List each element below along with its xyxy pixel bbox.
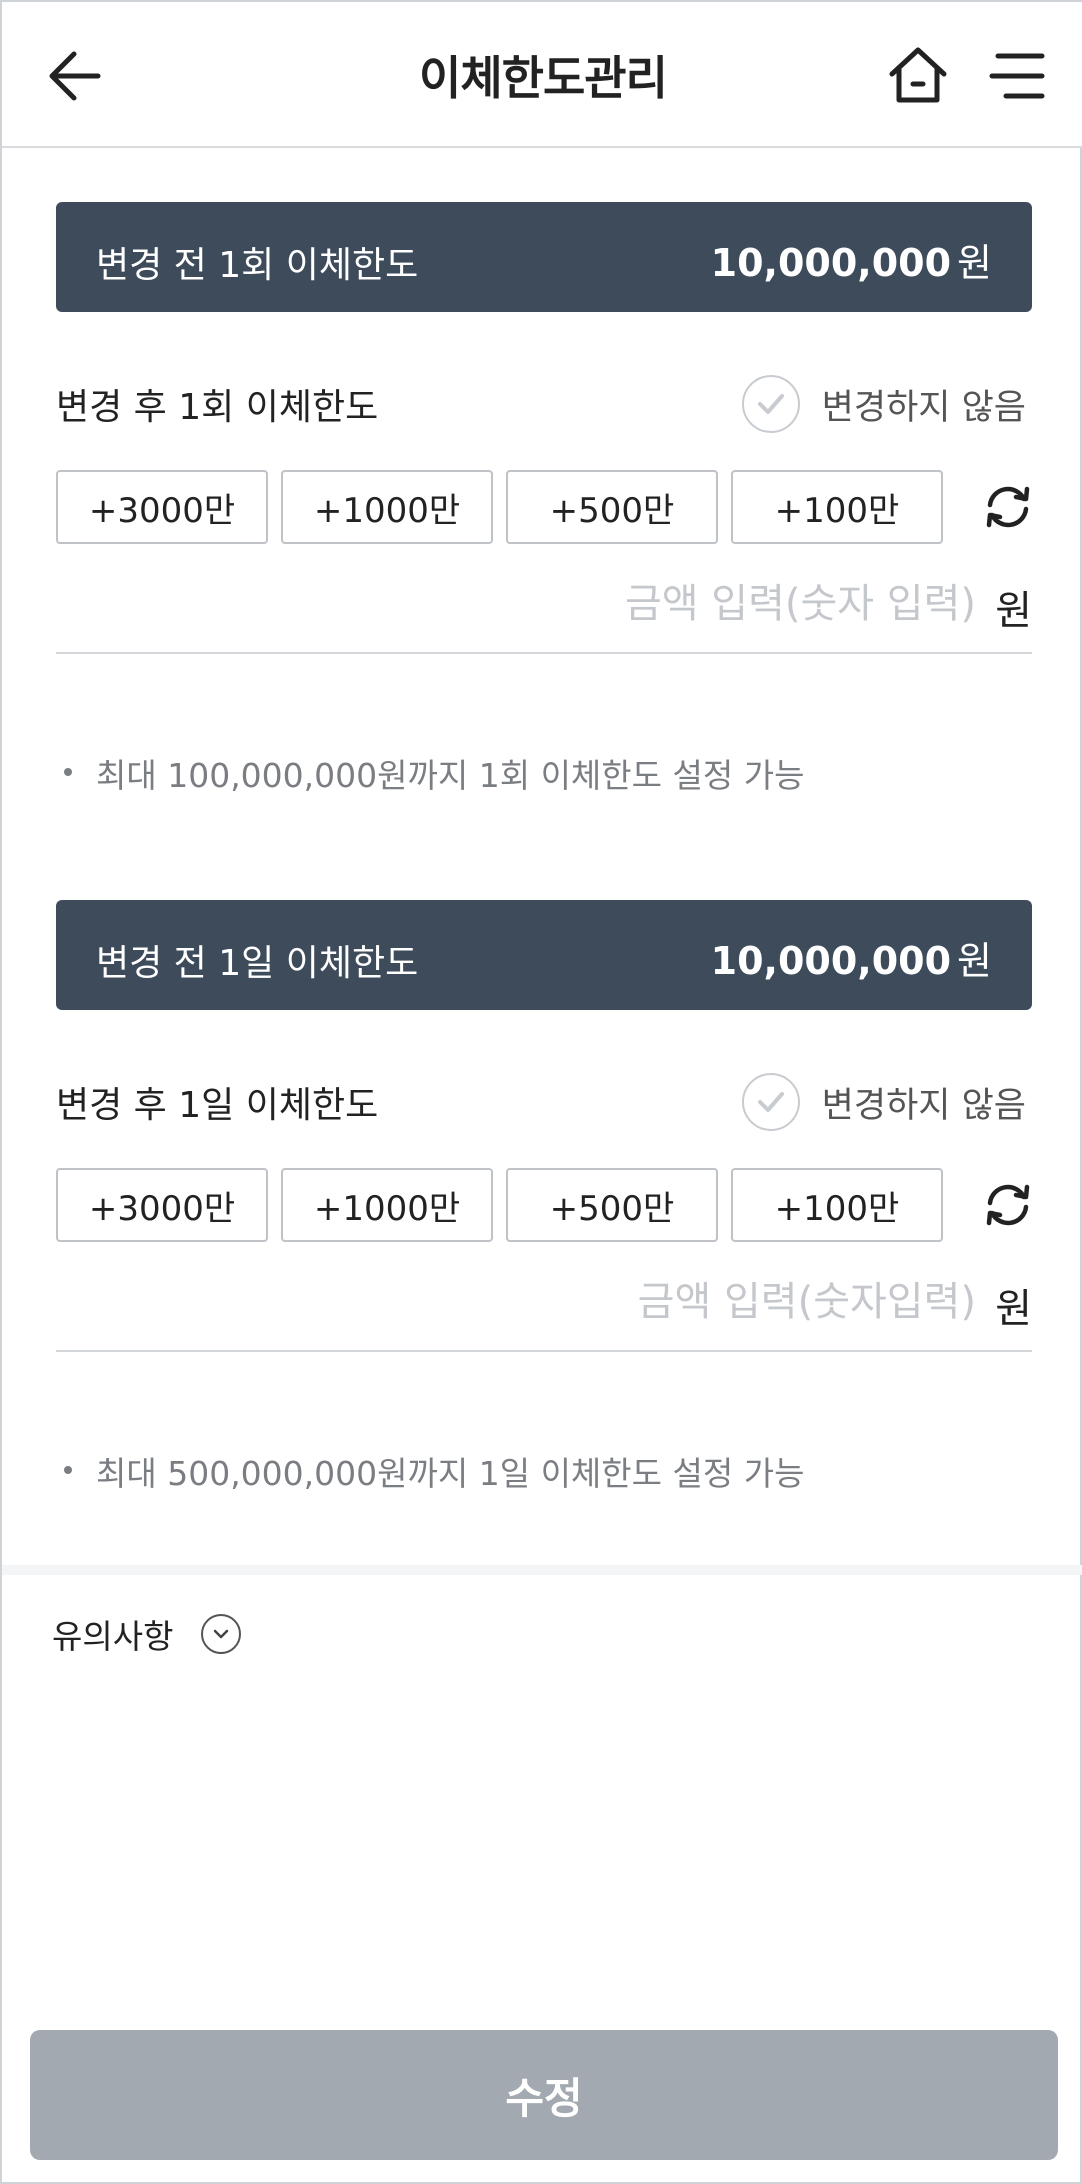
daily-quick-amount-buttons: +3000만 +1000만 +500만 +100만 xyxy=(56,1168,956,1242)
once-add-1000-button[interactable]: +1000만 xyxy=(281,470,493,544)
caution-toggle[interactable]: 유의사항 xyxy=(52,1610,242,1658)
once-add-100-button[interactable]: +100만 xyxy=(731,470,943,544)
before-once-limit-amount: 10,000,000 원 xyxy=(710,241,992,285)
once-add-500-button[interactable]: +500만 xyxy=(506,470,718,544)
before-daily-limit-label: 변경 전 1일 이체한도 xyxy=(96,943,419,984)
before-daily-limit-amount: 10,000,000 원 xyxy=(710,939,992,983)
chevron-down-icon xyxy=(201,1614,242,1654)
before-daily-limit-banner: 변경 전 1일 이체한도 10,000,000 원 xyxy=(56,900,1032,1010)
daily-add-1000-button[interactable]: +1000만 xyxy=(281,1168,493,1242)
bullet-dot xyxy=(64,767,72,776)
home-icon[interactable] xyxy=(886,44,950,108)
once-limit-note: 최대 100,000,000원까지 1회 이체한도 설정 가능 xyxy=(64,749,804,797)
once-amount-field: 원 xyxy=(56,564,1032,654)
no-change-label: 변경하지 않음 xyxy=(821,387,1026,428)
hamburger-menu-icon[interactable] xyxy=(986,44,1050,108)
section-divider xyxy=(2,1565,1082,1575)
once-no-change-checkbox[interactable]: 변경하지 않음 xyxy=(741,374,1026,434)
bullet-dot xyxy=(64,1465,72,1474)
daily-no-change-checkbox[interactable]: 변경하지 않음 xyxy=(741,1072,1026,1132)
after-once-limit-label: 변경 후 1회 이체한도 xyxy=(56,387,379,428)
app-header: 이체한도관리 xyxy=(2,2,1082,148)
once-quick-amount-buttons: +3000만 +1000만 +500만 +100만 xyxy=(56,470,956,544)
before-once-limit-label: 변경 전 1회 이체한도 xyxy=(96,245,419,286)
caution-label: 유의사항 xyxy=(52,1617,174,1656)
once-amount-unit: 원 xyxy=(995,588,1032,634)
once-add-3000-button[interactable]: +3000만 xyxy=(56,470,268,544)
daily-amount-input[interactable] xyxy=(336,1272,976,1332)
no-change-label: 변경하지 않음 xyxy=(821,1085,1026,1126)
after-daily-limit-label: 변경 후 1일 이체한도 xyxy=(56,1085,379,1126)
daily-amount-field: 원 xyxy=(56,1262,1032,1352)
check-icon xyxy=(741,1073,800,1131)
once-refresh-icon[interactable] xyxy=(980,479,1036,535)
daily-add-100-button[interactable]: +100만 xyxy=(731,1168,943,1242)
submit-button[interactable]: 수정 xyxy=(30,2030,1058,2160)
daily-amount-unit: 원 xyxy=(995,1286,1032,1332)
daily-add-500-button[interactable]: +500만 xyxy=(506,1168,718,1242)
once-amount-input[interactable] xyxy=(336,574,976,634)
daily-add-3000-button[interactable]: +3000만 xyxy=(56,1168,268,1242)
daily-refresh-icon[interactable] xyxy=(980,1177,1036,1233)
before-once-limit-banner: 변경 전 1회 이체한도 10,000,000 원 xyxy=(56,202,1032,312)
daily-limit-note: 최대 500,000,000원까지 1일 이체한도 설정 가능 xyxy=(64,1447,804,1495)
app-frame: 이체한도관리 변경 전 1회 이체한도 10,000,000 원 변경 후 1회 … xyxy=(0,0,1082,2184)
check-icon xyxy=(741,375,800,433)
